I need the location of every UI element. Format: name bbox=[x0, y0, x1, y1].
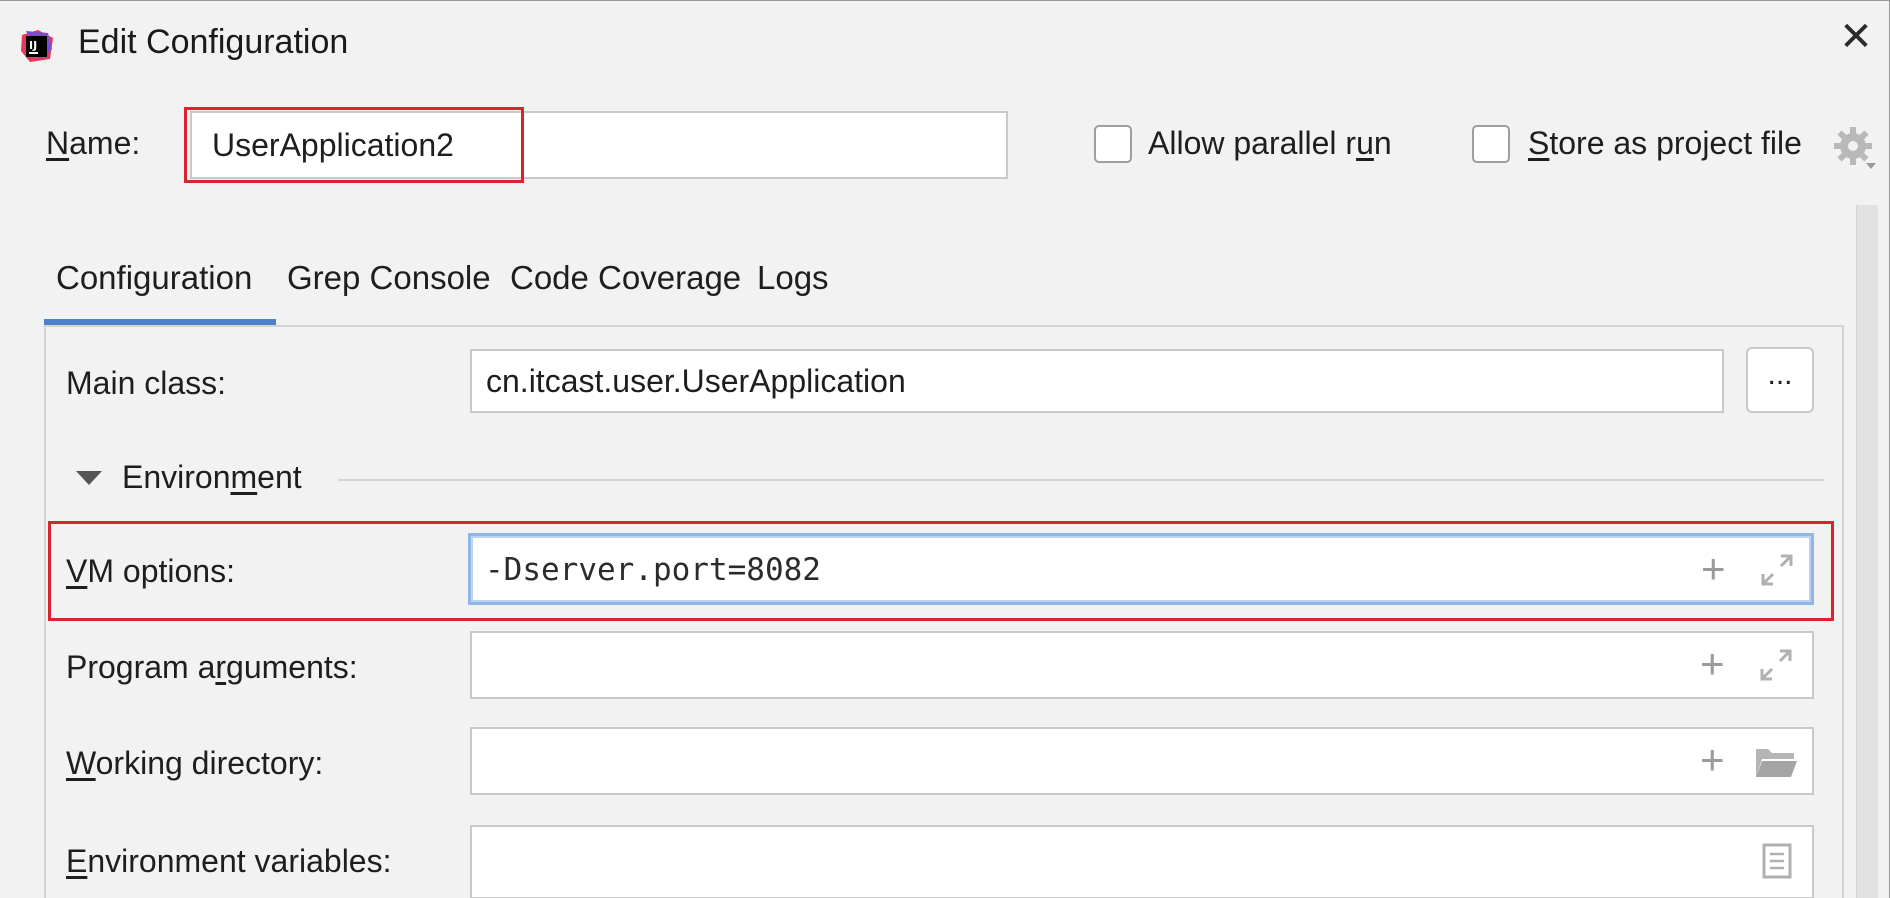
main-class-label: Main class: bbox=[66, 365, 227, 401]
allow-parallel-run-label[interactable]: Allow parallel run bbox=[1148, 125, 1392, 162]
tab-grep-console[interactable]: Grep Console bbox=[287, 259, 491, 297]
close-button[interactable]: ✕ bbox=[1836, 17, 1876, 57]
vm-options-value: -Dserver.port=8082 bbox=[485, 552, 821, 588]
dialog-title: Edit Configuration bbox=[78, 23, 349, 61]
folder-icon[interactable] bbox=[1754, 745, 1798, 779]
program-arguments-input[interactable]: + bbox=[470, 631, 1814, 699]
main-class-input[interactable]: cn.itcast.user.UserApplication bbox=[470, 349, 1724, 413]
name-input-value: UserApplication2 bbox=[212, 127, 454, 163]
intellij-app-icon: IJ bbox=[21, 30, 53, 62]
add-icon[interactable]: + bbox=[1700, 643, 1725, 685]
tab-code-coverage[interactable]: Code Coverage bbox=[510, 259, 741, 297]
store-as-project-file-label[interactable]: Store as project file bbox=[1528, 125, 1802, 162]
collapse-arrow-icon[interactable] bbox=[76, 471, 102, 485]
name-label: Name: bbox=[46, 125, 141, 161]
vm-options-label: VM options: bbox=[66, 553, 235, 589]
environment-section-title[interactable]: Environment bbox=[122, 459, 302, 496]
working-directory-input[interactable]: + bbox=[470, 727, 1814, 795]
edit-configuration-dialog: IJ Edit Configuration ✕ Name: UserApplic… bbox=[0, 0, 1890, 898]
expand-icon[interactable] bbox=[1759, 552, 1795, 588]
add-icon[interactable]: + bbox=[1700, 739, 1725, 781]
main-class-value: cn.itcast.user.UserApplication bbox=[486, 363, 906, 399]
expand-icon[interactable] bbox=[1758, 647, 1794, 683]
svg-text:IJ: IJ bbox=[29, 39, 37, 52]
gear-icon[interactable] bbox=[1832, 125, 1878, 171]
document-icon[interactable] bbox=[1762, 843, 1792, 879]
environment-variables-input[interactable] bbox=[470, 825, 1814, 898]
vm-options-input[interactable]: -Dserver.port=8082 + bbox=[468, 533, 1814, 605]
browse-main-class-button[interactable]: ... bbox=[1746, 347, 1814, 413]
name-input[interactable]: UserApplication2 bbox=[190, 111, 1008, 179]
environment-variables-label: Environment variables: bbox=[66, 843, 392, 879]
tab-logs[interactable]: Logs bbox=[757, 259, 829, 297]
add-icon[interactable]: + bbox=[1701, 548, 1726, 590]
tab-configuration[interactable]: Configuration bbox=[56, 259, 252, 297]
title-bar: IJ Edit Configuration ✕ bbox=[0, 1, 1890, 85]
working-directory-label: Working directory: bbox=[66, 745, 324, 781]
section-divider bbox=[338, 479, 1824, 481]
allow-parallel-run-checkbox[interactable] bbox=[1094, 125, 1132, 163]
store-as-project-file-checkbox[interactable] bbox=[1472, 125, 1510, 163]
program-arguments-label: Program arguments: bbox=[66, 649, 358, 685]
vertical-scrollbar[interactable] bbox=[1856, 205, 1878, 898]
